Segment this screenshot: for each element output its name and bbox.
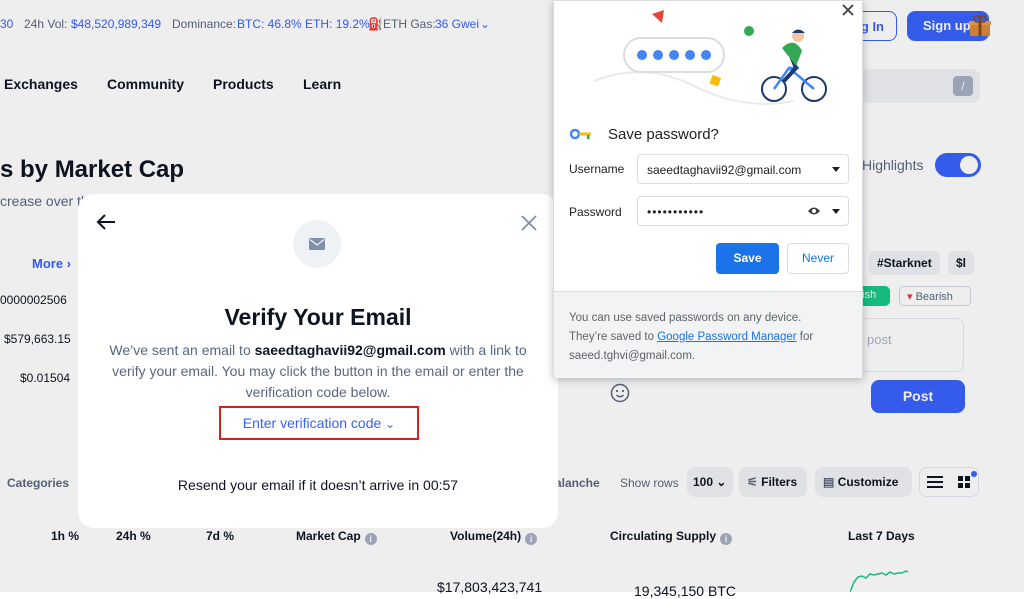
- eye-icon[interactable]: [807, 206, 821, 216]
- enter-verification-code-button[interactable]: Enter verification code ⌄: [219, 406, 419, 440]
- dropdown-arrow-icon[interactable]: [832, 209, 840, 214]
- key-icon: [570, 128, 591, 140]
- desc-before: We’ve sent an email to: [109, 342, 255, 358]
- bike-illustration: [593, 10, 827, 105]
- chevron-down-icon: ⌄: [385, 417, 396, 431]
- mail-icon-circle: [293, 220, 341, 268]
- dim-overlay-top: [0, 0, 1024, 120]
- close-icon[interactable]: [519, 213, 539, 233]
- enter-code-label: Enter verification code: [242, 415, 382, 431]
- never-button[interactable]: Never: [787, 243, 849, 274]
- footer-text: You can use saved passwords on any devic…: [569, 309, 839, 366]
- password-field[interactable]: •••••••••••: [637, 196, 849, 226]
- verify-email-modal: Verify Your Email We’ve sent an email to…: [78, 194, 558, 528]
- desc-email: saeedtaghavii92@gmail.com: [254, 342, 446, 358]
- save-password-popup: Save password? Username saeedtaghavii92@…: [553, 0, 863, 378]
- password-manager-link[interactable]: Google Password Manager: [657, 331, 796, 343]
- save-password-button[interactable]: Save: [716, 243, 779, 274]
- modal-title: Verify Your Email: [224, 304, 412, 330]
- username-field[interactable]: saeedtaghavii92@gmail.com: [637, 154, 849, 184]
- resend-countdown: Resend your email if it doesn’t arrive i…: [177, 477, 459, 493]
- close-icon[interactable]: [841, 3, 855, 17]
- back-arrow-icon[interactable]: [95, 210, 119, 234]
- password-label: Password: [569, 205, 622, 219]
- popup-title: Save password?: [608, 126, 719, 143]
- username-value: saeedtaghavii92@gmail.com: [647, 163, 802, 177]
- mail-icon: [309, 238, 325, 250]
- username-label: Username: [569, 162, 625, 176]
- popup-footer: You can use saved passwords on any devic…: [554, 291, 862, 378]
- dropdown-arrow-icon[interactable]: [832, 167, 840, 172]
- password-value: •••••••••••: [647, 205, 705, 219]
- modal-description: We’ve sent an email to saeedtaghavii92@g…: [108, 340, 528, 403]
